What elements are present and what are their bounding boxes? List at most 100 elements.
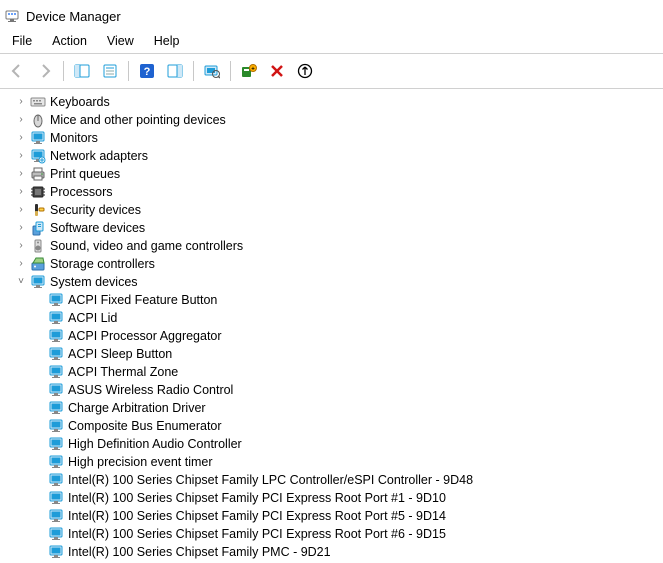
keyboard-icon — [30, 94, 46, 110]
toggle-blank[interactable]: › — [14, 149, 28, 163]
toggle-blank — [32, 455, 46, 469]
toolbar-sep-3 — [193, 61, 194, 81]
app-icon — [4, 8, 20, 24]
scan-button[interactable] — [199, 58, 225, 84]
device-category-mice-and-other-pointing-devices[interactable]: ›Mice and other pointing devices — [14, 111, 663, 129]
forward-icon — [37, 63, 53, 79]
system-icon — [30, 274, 46, 290]
properties-icon — [102, 63, 118, 79]
help-button[interactable]: ? — [134, 58, 160, 84]
device-label: Intel(R) 100 Series Chipset Family PCI E… — [68, 507, 446, 525]
toggle-blank — [32, 383, 46, 397]
storage-icon — [30, 256, 46, 272]
toolbar: ? + — [0, 54, 663, 89]
device-label: Charge Arbitration Driver — [68, 399, 206, 417]
monitor-icon — [30, 130, 46, 146]
toggle-blank — [32, 545, 46, 559]
category-label: Software devices — [50, 219, 145, 237]
system-icon — [48, 292, 64, 308]
toggle-blank — [32, 293, 46, 307]
collapse-icon[interactable]: ˅ — [14, 275, 28, 289]
back-button[interactable] — [4, 58, 30, 84]
window-title: Device Manager — [26, 9, 121, 24]
menu-action[interactable]: Action — [42, 32, 97, 50]
system-icon — [48, 436, 64, 452]
device-category-print-queues[interactable]: › Print queues — [14, 165, 663, 183]
sound-icon — [30, 238, 46, 254]
toggle-blank[interactable]: › — [14, 131, 28, 145]
device-item[interactable]: High precision event timer — [32, 453, 663, 471]
toggle-blank[interactable]: › — [14, 95, 28, 109]
category-label: Security devices — [50, 201, 141, 219]
tree-pane-icon — [74, 63, 90, 79]
device-category-security-devices[interactable]: › Security devices — [14, 201, 663, 219]
system-icon — [48, 490, 64, 506]
device-label: Composite Bus Enumerator — [68, 417, 222, 435]
mouse-icon — [30, 112, 46, 128]
device-category-monitors[interactable]: ›Monitors — [14, 129, 663, 147]
toggle-blank[interactable]: › — [14, 185, 28, 199]
remove-button[interactable] — [264, 58, 290, 84]
device-item[interactable]: Charge Arbitration Driver — [32, 399, 663, 417]
action-pane-button[interactable] — [162, 58, 188, 84]
toggle-blank — [32, 473, 46, 487]
toggle-blank[interactable]: › — [14, 239, 28, 253]
toggle-blank[interactable]: › — [14, 221, 28, 235]
remove-icon — [269, 63, 285, 79]
menu-file[interactable]: File — [2, 32, 42, 50]
menu-view[interactable]: View — [97, 32, 144, 50]
device-category-software-devices[interactable]: › Software devices — [14, 219, 663, 237]
network-icon — [30, 148, 46, 164]
device-item[interactable]: ACPI Fixed Feature Button — [32, 291, 663, 309]
menu-help[interactable]: Help — [144, 32, 190, 50]
toggle-blank[interactable]: › — [14, 113, 28, 127]
toggle-blank[interactable]: › — [14, 257, 28, 271]
printer-icon — [30, 166, 46, 182]
device-item[interactable]: Composite Bus Enumerator — [32, 417, 663, 435]
system-icon — [48, 310, 64, 326]
device-category-storage-controllers[interactable]: ›Storage controllers — [14, 255, 663, 273]
toggle-blank — [32, 437, 46, 451]
svg-text:?: ? — [144, 66, 151, 78]
device-category-keyboards[interactable]: ›Keyboards — [14, 93, 663, 111]
forward-button[interactable] — [32, 58, 58, 84]
device-item[interactable]: Intel(R) 100 Series Chipset Family PMC -… — [32, 543, 663, 561]
device-item[interactable]: ACPI Lid — [32, 309, 663, 327]
system-icon — [48, 508, 64, 524]
device-item[interactable]: High Definition Audio Controller — [32, 435, 663, 453]
update-icon — [297, 63, 313, 79]
device-tree: ›Keyboards›Mice and other pointing devic… — [4, 93, 663, 561]
add-legacy-icon: + — [241, 63, 257, 79]
toggle-blank[interactable]: › — [14, 167, 28, 181]
category-label: Processors — [50, 183, 113, 201]
toggle-blank — [32, 311, 46, 325]
properties-button[interactable] — [97, 58, 123, 84]
category-label: Network adapters — [50, 147, 148, 165]
device-item[interactable]: Intel(R) 100 Series Chipset Family PCI E… — [32, 507, 663, 525]
category-label: Print queues — [50, 165, 120, 183]
device-label: Intel(R) 100 Series Chipset Family LPC C… — [68, 471, 473, 489]
titlebar: Device Manager — [0, 0, 663, 30]
device-category-network-adapters[interactable]: › Network adapters — [14, 147, 663, 165]
device-category-processors[interactable]: › Processors — [14, 183, 663, 201]
system-icon — [48, 400, 64, 416]
device-item[interactable]: ACPI Thermal Zone — [32, 363, 663, 381]
category-label: Sound, video and game controllers — [50, 237, 243, 255]
device-item[interactable]: ASUS Wireless Radio Control — [32, 381, 663, 399]
device-item[interactable]: Intel(R) 100 Series Chipset Family LPC C… — [32, 471, 663, 489]
update-button[interactable] — [292, 58, 318, 84]
toggle-blank[interactable]: › — [14, 203, 28, 217]
device-category-sound-video-and-game-controllers[interactable]: › Sound, video and game controllers — [14, 237, 663, 255]
action-pane-icon — [167, 63, 183, 79]
device-category-system-devices[interactable]: ˅System devices — [14, 273, 663, 291]
system-icon — [48, 328, 64, 344]
show-tree-button[interactable] — [69, 58, 95, 84]
device-item[interactable]: ACPI Processor Aggregator — [32, 327, 663, 345]
device-item[interactable]: Intel(R) 100 Series Chipset Family PCI E… — [32, 525, 663, 543]
device-item[interactable]: ACPI Sleep Button — [32, 345, 663, 363]
add-legacy-button[interactable]: + — [236, 58, 262, 84]
device-label: ASUS Wireless Radio Control — [68, 381, 233, 399]
device-item[interactable]: Intel(R) 100 Series Chipset Family PCI E… — [32, 489, 663, 507]
system-icon — [48, 364, 64, 380]
device-label: High Definition Audio Controller — [68, 435, 242, 453]
